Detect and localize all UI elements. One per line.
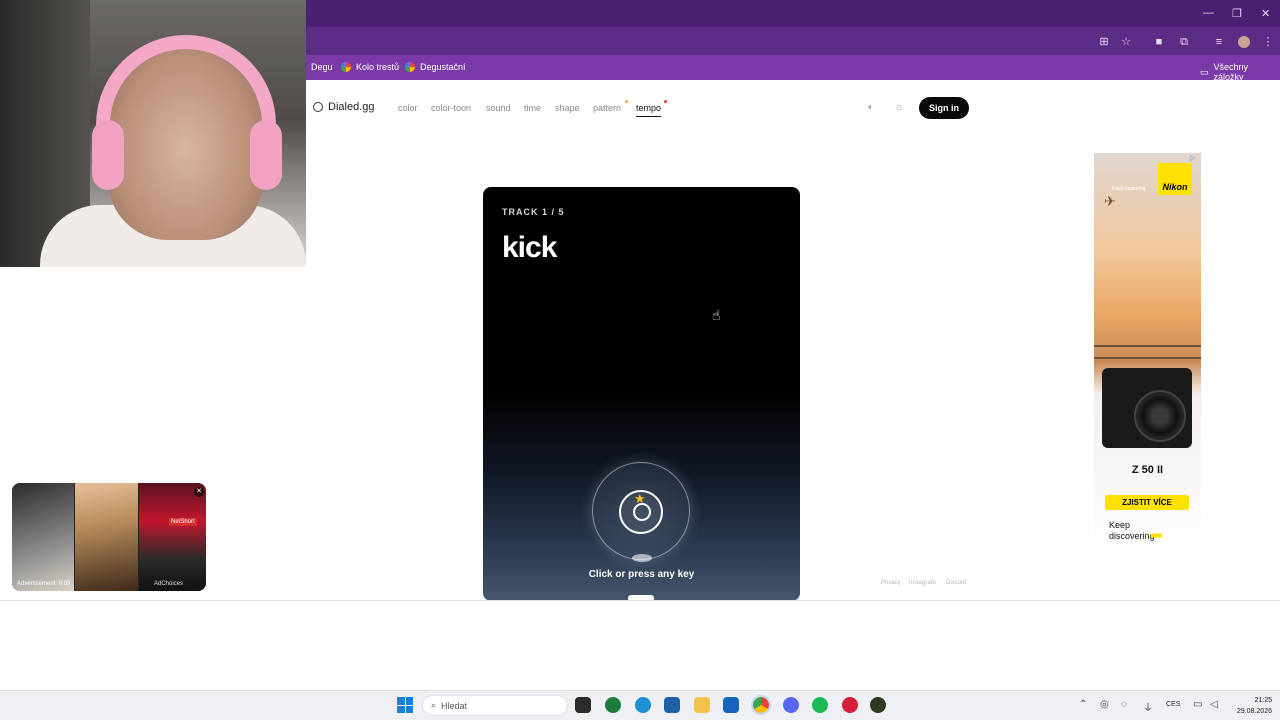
language-indicator[interactable]: CES	[1166, 701, 1180, 708]
tray-app-icon[interactable]: ◌	[1121, 699, 1127, 710]
star-icon: ★	[634, 491, 646, 506]
microphone-icon[interactable]: ⏚	[1143, 699, 1153, 714]
nikon-logo: Nikon	[1158, 163, 1192, 195]
nav-sound[interactable]: sound	[486, 103, 511, 113]
video-ad[interactable]: NetShort ✕ Advertisement: 0:09 AdChoices	[12, 483, 206, 591]
sun-icon[interactable]: ☼	[894, 101, 904, 113]
nav-shape[interactable]: shape	[555, 103, 580, 113]
ad-frame-1	[12, 483, 74, 591]
spotify-icon[interactable]	[812, 697, 828, 713]
network-icon[interactable]: ▭	[1193, 699, 1202, 710]
nav-tempo[interactable]: tempo	[636, 103, 662, 117]
ad-cta-button[interactable]: ZJISTIT VÍCE	[1105, 495, 1189, 510]
nav-pattern[interactable]: pattern	[593, 103, 621, 113]
new-badge-dot	[625, 100, 628, 103]
windows-start-icon[interactable]	[397, 697, 413, 713]
minimize-icon[interactable]: —	[1203, 7, 1214, 19]
edge-icon[interactable]	[635, 697, 651, 713]
browser-toolbar	[306, 27, 1280, 56]
media-controls-icon[interactable]: ≡	[1213, 36, 1225, 48]
store-icon[interactable]	[664, 697, 680, 713]
game-card[interactable]: TRACK 1 / 5 kick ★ Click or press any ke…	[483, 187, 800, 601]
task-view-icon[interactable]	[575, 697, 591, 713]
bookmark-kolo-trestu[interactable]: Kolo trestů	[341, 62, 399, 72]
chrome-icon	[405, 62, 415, 72]
nav-color[interactable]: color	[398, 103, 418, 113]
ad-tagline: Keep discovering	[1109, 520, 1155, 541]
bookmark-degustacni[interactable]: Degustační	[405, 62, 466, 72]
close-icon[interactable]: ✕	[194, 487, 204, 497]
ad-countdown: Advertisement: 0:09	[17, 581, 71, 587]
search-icon: ⌕	[431, 700, 437, 710]
tray-app-icon[interactable]: ◎	[1100, 699, 1109, 710]
taskbar-clock[interactable]: 21:25 29.08.2026	[1226, 695, 1272, 717]
speaker-icon[interactable]: 🔈︎	[868, 102, 874, 113]
nav-color-toon[interactable]: color-toon	[431, 103, 471, 113]
webcam-overlay	[0, 0, 306, 267]
translate-icon[interactable]: ⊞	[1098, 36, 1110, 48]
camera-lens	[1134, 390, 1186, 442]
app-icon[interactable]	[842, 697, 858, 713]
tap-hint: Click or press any key	[588, 569, 695, 580]
app-icon[interactable]	[870, 697, 886, 713]
sign-in-button[interactable]: Sign in	[919, 97, 969, 119]
extension-icon[interactable]: ■	[1153, 36, 1165, 48]
restore-icon[interactable]: ❐	[1232, 7, 1242, 20]
page-divider	[0, 600, 1280, 601]
chevron-up-icon[interactable]: ⌃	[1079, 699, 1087, 710]
bookmark-degu[interactable]: Degu	[311, 62, 333, 72]
file-explorer-icon[interactable]	[694, 697, 710, 713]
footer-discord[interactable]: Discord	[946, 580, 966, 586]
taskbar-search[interactable]: ⌕ Hledat	[422, 695, 568, 716]
footer-privacy[interactable]: Privacy	[881, 580, 901, 586]
ad-model-name: Z 50 II	[1131, 464, 1164, 476]
track-title: kick	[502, 231, 557, 264]
extensions-puzzle-icon[interactable]: ⧉	[1178, 36, 1190, 48]
ad-brand-dots: ■■■	[1150, 531, 1162, 540]
all-bookmarks[interactable]: ▭ Všechny záložky	[1200, 62, 1280, 82]
ad-bridge-rail	[1094, 345, 1201, 359]
menu-dots-icon[interactable]: ⋮	[1262, 36, 1274, 48]
app-icon[interactable]	[605, 697, 621, 713]
ad-choices-link[interactable]: AdChoices	[154, 581, 183, 587]
ad-tagline-small: Keep exploring	[1112, 186, 1146, 192]
ad-brand-label: NetShort	[169, 518, 197, 526]
footer-instagram[interactable]: Instagram	[909, 580, 936, 586]
close-icon[interactable]: ✕	[1261, 7, 1270, 20]
nikon-ad-banner[interactable]: ▷ Nikon Keep exploring ✈︎ Z 50 II ZJISTI…	[1094, 153, 1201, 554]
hand-cursor-icon: ☝︎	[712, 307, 721, 323]
bookmarks-bar: Degu Kolo trestů Degustační ▭ Všechny zál…	[306, 55, 1280, 82]
new-badge-dot	[664, 100, 667, 103]
nav-time[interactable]: time	[524, 103, 541, 113]
tap-glow	[632, 554, 652, 562]
site-logo[interactable]: Dialed.gg	[313, 101, 374, 113]
outlook-icon[interactable]	[723, 697, 739, 713]
chrome-icon	[341, 62, 351, 72]
dial-logo-icon	[313, 102, 323, 112]
chrome-icon[interactable]	[751, 695, 771, 715]
volume-icon[interactable]: ◁	[1210, 699, 1218, 710]
folder-icon: ▭	[1200, 66, 1209, 77]
ad-frame-2	[75, 483, 138, 591]
ad-choices-icon[interactable]: ▷	[1190, 154, 1199, 163]
profile-avatar[interactable]	[1238, 36, 1250, 48]
bookmark-star-icon[interactable]: ☆	[1120, 36, 1132, 48]
ad-frame-3: NetShort	[139, 483, 206, 591]
discord-icon[interactable]	[783, 697, 799, 713]
bird-icon: ✈︎	[1104, 193, 1116, 209]
track-counter: TRACK 1 / 5	[502, 207, 565, 217]
